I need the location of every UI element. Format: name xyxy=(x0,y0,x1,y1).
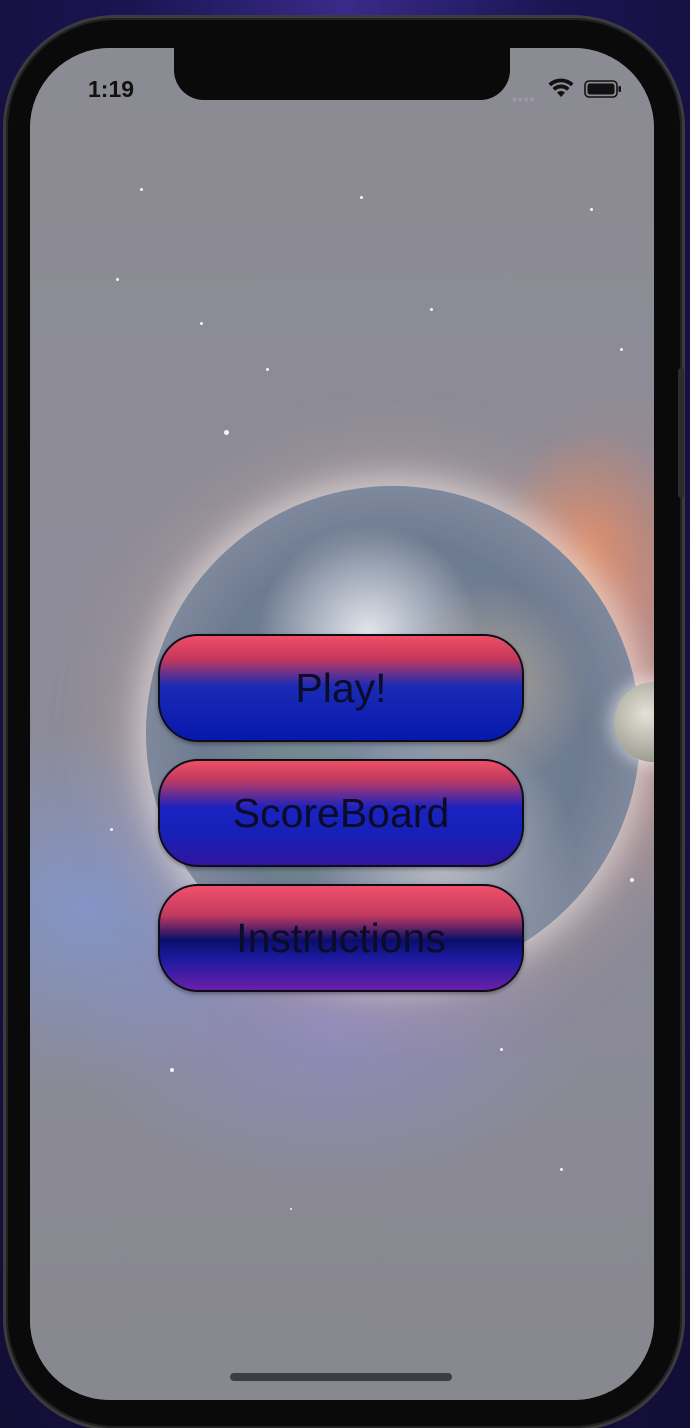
wifi-icon xyxy=(548,78,574,97)
battery-icon xyxy=(584,80,621,98)
star xyxy=(630,878,634,882)
star xyxy=(560,1168,563,1171)
status-bar: 1:19 •••• xyxy=(30,48,654,138)
star xyxy=(200,322,203,325)
instructions-button[interactable]: Instructions xyxy=(158,884,524,992)
power-button xyxy=(678,368,684,498)
star xyxy=(590,208,593,211)
star xyxy=(170,1068,174,1072)
scoreboard-button-label: ScoreBoard xyxy=(232,789,450,836)
star xyxy=(620,348,623,351)
star xyxy=(290,1208,292,1210)
instructions-button-label: Instructions xyxy=(236,914,446,961)
star xyxy=(500,1048,503,1051)
home-indicator[interactable] xyxy=(230,1373,452,1381)
star xyxy=(110,828,113,831)
star xyxy=(140,188,143,191)
play-button-label: Play! xyxy=(295,664,387,711)
star xyxy=(116,278,119,281)
app-screen: 1:19 •••• Play! ScoreBoard Instructions xyxy=(30,48,654,1400)
star xyxy=(360,196,363,199)
device-notch xyxy=(174,48,510,100)
signal-dots-icon: •••• xyxy=(512,91,536,107)
status-time: 1:19 xyxy=(88,76,135,102)
star xyxy=(266,368,269,371)
play-button[interactable]: Play! xyxy=(158,634,524,742)
star xyxy=(430,308,433,311)
scoreboard-button[interactable]: ScoreBoard xyxy=(158,759,524,867)
star xyxy=(224,430,229,435)
